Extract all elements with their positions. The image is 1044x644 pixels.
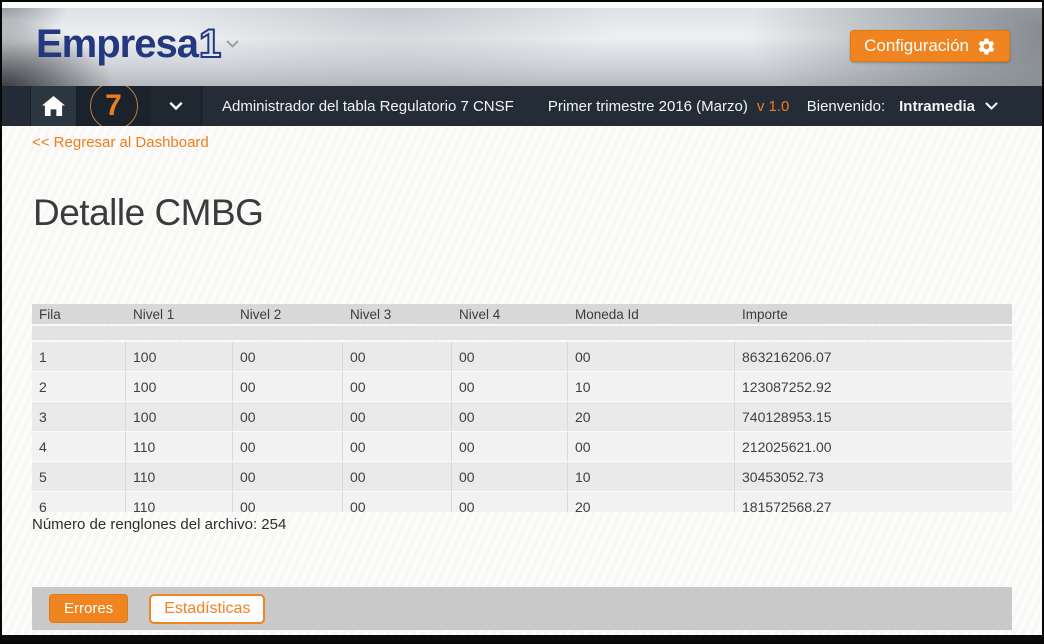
table-cell: 863216206.07 bbox=[735, 342, 1012, 371]
table-cell: 5 bbox=[32, 462, 126, 491]
column-header-importe[interactable]: Importe bbox=[735, 307, 1012, 322]
badge-number: 7 bbox=[105, 86, 122, 126]
table-cell: 1 bbox=[32, 342, 126, 371]
cmbg-table: Fila Nivel 1 Nivel 2 Nivel 3 Nivel 4 Mon… bbox=[32, 304, 1012, 512]
chevron-down-icon bbox=[169, 102, 183, 111]
table-cell: 110 bbox=[126, 462, 233, 491]
table-cell: 100 bbox=[126, 402, 233, 431]
company-logo: Empresa1 bbox=[36, 22, 239, 66]
logo-text: Empresa bbox=[36, 22, 198, 66]
home-icon bbox=[42, 96, 65, 117]
table-cell: 123087252.92 bbox=[735, 372, 1012, 401]
column-header-nivel1[interactable]: Nivel 1 bbox=[126, 307, 233, 322]
navbar-spacer bbox=[2, 86, 31, 126]
logo-number: 1 bbox=[199, 22, 220, 66]
table-cell: 00 bbox=[452, 342, 568, 371]
chevron-down-icon[interactable] bbox=[226, 40, 239, 49]
table-cell: 6 bbox=[32, 492, 126, 512]
table-cell: 2 bbox=[32, 372, 126, 401]
table-cell: 00 bbox=[452, 432, 568, 461]
table-row: 310000000020740128953.15 bbox=[32, 402, 1012, 432]
table-cell: 30453052.73 bbox=[735, 462, 1012, 491]
action-bar: Errores Estadísticas bbox=[32, 587, 1012, 630]
table-row: 110000000000863216206.07 bbox=[32, 342, 1012, 372]
table-row: 611000000020181572568.27 bbox=[32, 492, 1012, 512]
table-cell: 212025621.00 bbox=[735, 432, 1012, 461]
table-row: 411000000000212025621.00 bbox=[32, 432, 1012, 462]
table-cell: 00 bbox=[233, 402, 343, 431]
app-title: Administrador del tabla Regulatorio 7 CN… bbox=[222, 98, 514, 115]
table-cell: 100 bbox=[126, 372, 233, 401]
gear-icon bbox=[977, 37, 996, 56]
page-title: Detalle CMBG bbox=[33, 192, 1042, 234]
column-header-moneda[interactable]: Moneda Id bbox=[568, 307, 735, 322]
table-cell: 00 bbox=[233, 342, 343, 371]
table-row: 51100000001030453052.73 bbox=[32, 462, 1012, 492]
errors-button[interactable]: Errores bbox=[49, 594, 128, 623]
table-cell: 740128953.15 bbox=[735, 402, 1012, 431]
period-label: Primer trimestre 2016 (Marzo) bbox=[548, 98, 748, 115]
column-header-nivel4[interactable]: Nivel 4 bbox=[452, 307, 568, 322]
table-cell: 00 bbox=[233, 492, 343, 512]
table-cell: 00 bbox=[452, 462, 568, 491]
table-row: 210000000010123087252.92 bbox=[32, 372, 1012, 402]
table-cell: 10 bbox=[568, 462, 735, 491]
table-selector-dropdown[interactable] bbox=[150, 86, 202, 126]
welcome-label: Bienvenido: bbox=[807, 98, 885, 115]
brand-header: Empresa1 Configuración bbox=[2, 8, 1042, 86]
table-header-row: Fila Nivel 1 Nivel 2 Nivel 3 Nivel 4 Mon… bbox=[32, 304, 1012, 324]
table-cell: 00 bbox=[233, 462, 343, 491]
column-header-fila[interactable]: Fila bbox=[32, 307, 126, 322]
table-filter-row bbox=[32, 326, 1012, 340]
table-cell: 00 bbox=[568, 342, 735, 371]
table-cell: 00 bbox=[343, 402, 452, 431]
table-cell: 20 bbox=[568, 402, 735, 431]
table-cell: 181572568.27 bbox=[735, 492, 1012, 512]
configuration-button-label: Configuración bbox=[864, 36, 969, 56]
table-cell: 100 bbox=[126, 342, 233, 371]
table-body: 110000000000863216206.072100000000101230… bbox=[32, 342, 1012, 512]
table-cell: 00 bbox=[343, 492, 452, 512]
column-header-nivel3[interactable]: Nivel 3 bbox=[343, 307, 452, 322]
table-cell: 00 bbox=[568, 432, 735, 461]
row-count-label: Número de renglones del archivo: 254 bbox=[32, 516, 1042, 533]
table-cell: 00 bbox=[343, 432, 452, 461]
app-window: Empresa1 Configuración 7 bbox=[0, 0, 1044, 644]
column-header-nivel2[interactable]: Nivel 2 bbox=[233, 307, 343, 322]
table-cell: 00 bbox=[452, 402, 568, 431]
user-menu[interactable]: Bienvenido: Intramedia bbox=[807, 98, 998, 115]
table-cell: 110 bbox=[126, 432, 233, 461]
statistics-button[interactable]: Estadísticas bbox=[149, 594, 265, 624]
table-cell: 3 bbox=[32, 402, 126, 431]
table-cell: 00 bbox=[452, 492, 568, 512]
main-navbar: 7 Administrador del tabla Regulatorio 7 … bbox=[2, 86, 1042, 126]
version-label: v 1.0 bbox=[757, 98, 790, 115]
table-cell: 00 bbox=[343, 462, 452, 491]
configuration-button[interactable]: Configuración bbox=[850, 30, 1010, 62]
table-cell: 10 bbox=[568, 372, 735, 401]
table-cell: 00 bbox=[233, 372, 343, 401]
bottom-strip bbox=[2, 635, 1042, 642]
back-to-dashboard-link[interactable]: << Regresar al Dashboard bbox=[32, 134, 209, 151]
table-cell: 4 bbox=[32, 432, 126, 461]
table-cell: 00 bbox=[452, 372, 568, 401]
user-name: Intramedia bbox=[899, 98, 975, 115]
table-cell: 00 bbox=[233, 432, 343, 461]
table-cell: 110 bbox=[126, 492, 233, 512]
chevron-down-icon bbox=[985, 102, 998, 111]
table-cell: 00 bbox=[343, 342, 452, 371]
table-cell: 00 bbox=[343, 372, 452, 401]
table-cell: 20 bbox=[568, 492, 735, 512]
home-button[interactable] bbox=[31, 86, 77, 126]
table-number-badge[interactable]: 7 bbox=[77, 86, 150, 126]
